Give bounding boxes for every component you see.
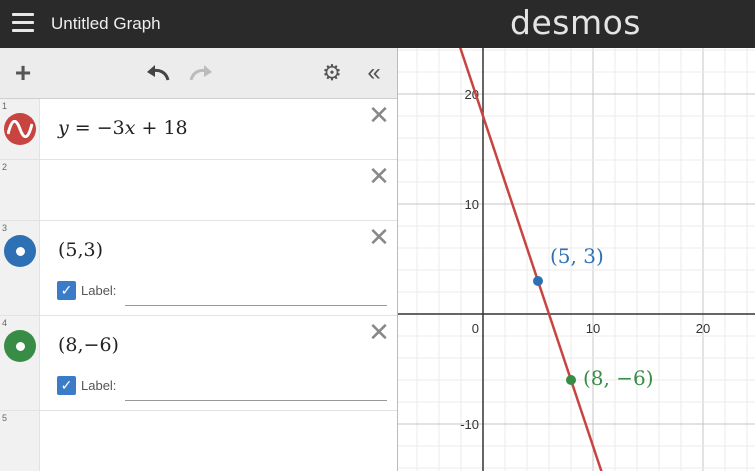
add-expression-button[interactable]: +	[10, 59, 36, 87]
expression-row-3[interactable]: 3 (5,3) ✕ ✓ Label:	[0, 221, 397, 316]
checkbox-checked-icon[interactable]: ✓	[57, 281, 76, 300]
point-label-input[interactable]	[125, 305, 387, 306]
settings-gear-icon[interactable]: ⚙	[320, 59, 344, 87]
label-toggle[interactable]: ✓ Label:	[57, 281, 116, 300]
collapse-panel-icon[interactable]: «	[360, 59, 384, 87]
point-visibility-icon[interactable]	[4, 330, 36, 362]
latex-y: y	[58, 117, 69, 139]
line-number: 2	[2, 162, 8, 172]
y-tick-label: -10	[460, 417, 479, 432]
expression-input-1[interactable]: y = −3x + 18	[58, 117, 188, 139]
delete-expression-icon[interactable]: ✕	[368, 164, 390, 190]
expression-row-5[interactable]: 5	[0, 411, 397, 471]
x-tick-label: 20	[696, 321, 710, 336]
latex-eq: = −3	[68, 117, 125, 139]
expression-input-3[interactable]: (5,3)	[58, 239, 103, 261]
graph-title[interactable]: Untitled Graph	[51, 14, 161, 34]
undo-icon[interactable]	[145, 59, 173, 87]
function-graph-icon[interactable]	[4, 113, 36, 145]
latex-tail: + 18	[135, 117, 188, 139]
line-number: 5	[2, 413, 8, 423]
expression-row-4[interactable]: 4 (8,−6) ✕ ✓ Label:	[0, 316, 397, 411]
expression-toolbar: + ⚙ «	[0, 48, 397, 99]
label-toggle[interactable]: ✓ Label:	[57, 376, 116, 395]
expression-row-1[interactable]: 1 y = −3x + 18 ✕	[0, 99, 397, 160]
point-label: (5, 3)	[550, 244, 604, 268]
x-tick-label: 10	[586, 321, 600, 336]
graph-canvas[interactable]: 0 10 202010-10(5, 3)(8, −6)	[398, 16, 755, 471]
desmos-logo: desmos	[510, 3, 641, 42]
point-marker	[566, 375, 576, 385]
delete-expression-icon[interactable]: ✕	[368, 320, 390, 346]
line-number: 3	[2, 223, 8, 233]
expression-row-2[interactable]: 2 ✕	[0, 160, 397, 221]
expression-panel: + ⚙ « 1 y = −3x + 18 ✕ 2 ✕ 3 (5,3) ✕ ✓ L…	[0, 48, 398, 471]
expression-gutter: 1	[0, 99, 40, 159]
graph-paper[interactable]: 0 10 20 20 10 -10 (5, 3) (8, −6)	[398, 16, 755, 471]
expression-gutter: 4	[0, 316, 40, 410]
menu-icon[interactable]	[12, 13, 34, 33]
point-label: (8, −6)	[583, 366, 654, 390]
redo-icon[interactable]	[186, 59, 214, 87]
expression-input-4[interactable]: (8,−6)	[58, 334, 119, 356]
line-number: 1	[2, 101, 8, 111]
expression-gutter: 5	[0, 411, 40, 471]
label-checkbox-text: Label:	[81, 283, 117, 298]
label-checkbox-text: Label:	[81, 378, 117, 393]
expression-gutter: 3	[0, 221, 40, 315]
point-label-input[interactable]	[125, 400, 387, 401]
delete-expression-icon[interactable]: ✕	[368, 225, 390, 251]
top-bar: Untitled Graph desmos	[0, 0, 755, 48]
y-tick-label: 10	[465, 197, 479, 212]
point-visibility-icon[interactable]	[4, 235, 36, 267]
line-number: 4	[2, 318, 8, 328]
checkbox-checked-icon[interactable]: ✓	[57, 376, 76, 395]
expression-gutter: 2	[0, 160, 40, 220]
latex-x: x	[124, 117, 136, 139]
x-tick-label: 0	[472, 321, 479, 336]
delete-expression-icon[interactable]: ✕	[368, 103, 390, 129]
point-marker	[533, 276, 543, 286]
